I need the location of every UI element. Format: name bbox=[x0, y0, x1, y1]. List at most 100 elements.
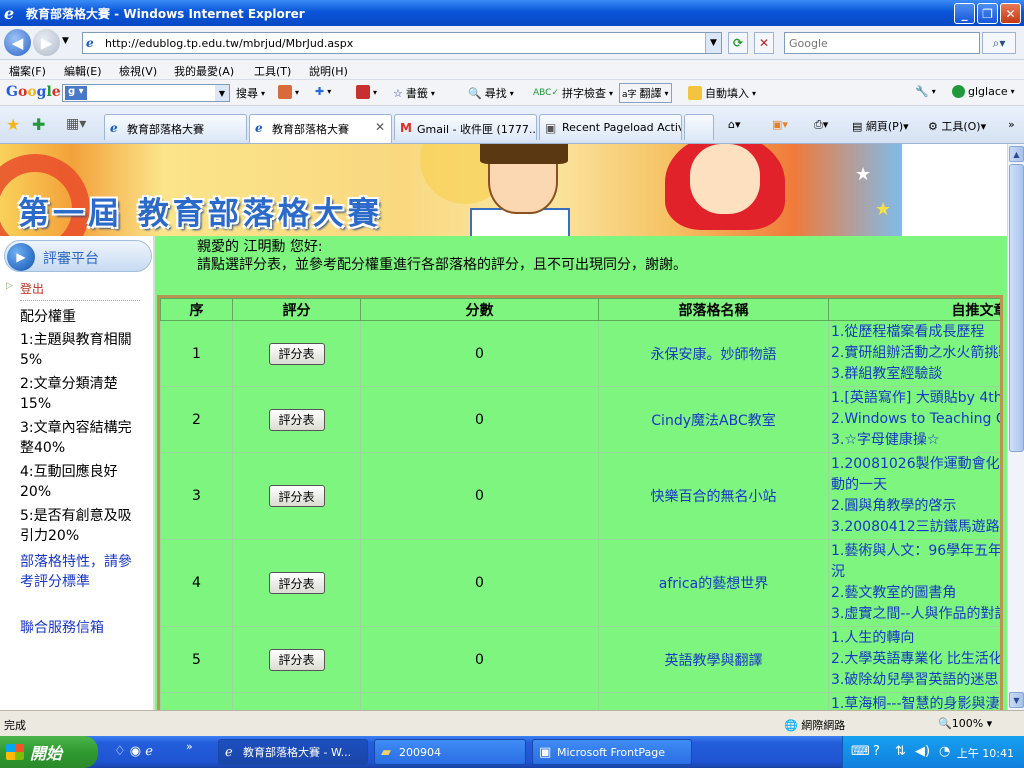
article-link[interactable]: 2.圓與角教學的啓示 bbox=[831, 496, 1000, 517]
url-text[interactable]: http://edublog.tp.edu.tw/mbrjud/MbrJud.a… bbox=[105, 37, 353, 50]
tray-app-icon[interactable]: ◔ bbox=[939, 744, 950, 759]
google-search-dropdown-icon[interactable]: ▼ bbox=[215, 85, 229, 101]
forward-button[interactable]: ▶ bbox=[33, 29, 60, 56]
quick-tabs-icon[interactable]: ▦▾ bbox=[66, 116, 86, 132]
search-input[interactable] bbox=[785, 33, 979, 53]
article-link[interactable]: 3.虛實之間--人與作品的對話空間 bbox=[831, 604, 1000, 625]
clock: 上午 10:41 bbox=[956, 747, 1014, 760]
scroll-down-icon[interactable]: ▼ bbox=[1009, 692, 1024, 708]
menu-help[interactable]: 說明(H) bbox=[309, 63, 348, 79]
print-icon[interactable]: ⎙▾ bbox=[814, 118, 828, 132]
task-ie[interactable]: ℯ 教育部落格大賽 - W... bbox=[218, 739, 368, 765]
blog-name-link[interactable] bbox=[598, 692, 829, 710]
ie-tab-icon: e bbox=[110, 121, 118, 135]
service-mailbox-link[interactable]: 聯合服務信箱 bbox=[20, 618, 145, 638]
blog-name-link[interactable]: 永保安康。妙師物語 bbox=[598, 320, 829, 387]
score-value: 0 bbox=[360, 539, 599, 627]
article-link[interactable]: 1.從歷程檔案看成長歷程 bbox=[831, 322, 1000, 343]
article-link[interactable]: 1.[英語寫作] 大頭貼by 4th Graders bbox=[831, 388, 1000, 409]
find-button[interactable]: 🔍 尋找 ▾ bbox=[468, 85, 514, 101]
tab-edublog-1[interactable]: e 教育部落格大賽 bbox=[104, 114, 247, 140]
feeds-icon[interactable]: ▣▾ bbox=[772, 118, 788, 131]
article-link[interactable]: 3.群組教室經驗談 bbox=[831, 364, 1000, 385]
article-link[interactable]: 2.大學英語專業化 比生活化更重要 bbox=[831, 649, 1000, 670]
spellcheck-button[interactable]: ABC✓ 拼字檢查 ▾ bbox=[533, 85, 613, 101]
article-link[interactable]: 2.Windows to Teaching Career打開教職之窗 bbox=[831, 409, 1000, 430]
bookmarks-button[interactable]: ☆ 書籤 ▾ bbox=[393, 85, 435, 101]
vertical-scrollbar[interactable]: ▲ ▼ bbox=[1007, 144, 1024, 710]
tab-gmail[interactable]: M Gmail - 收件匣 (1777... bbox=[394, 114, 537, 140]
score-sheet-button[interactable]: 評分表 bbox=[268, 342, 325, 365]
article-link[interactable]: 1.藝術與人文：96學年五年級掌中戲偶表演實況 bbox=[831, 541, 1000, 583]
logout-link[interactable]: ▷ 登出 bbox=[6, 280, 44, 297]
page-menu[interactable]: ▤ 網頁(P)▾ bbox=[852, 118, 909, 134]
article-link[interactable]: 1.20081026製作運動會化妝進場道具～令我感動的一天 bbox=[831, 454, 1000, 496]
minimize-button[interactable]: _ bbox=[954, 3, 975, 24]
banner-star-icon: ★ bbox=[875, 199, 892, 220]
blog-name-link[interactable]: Cindy魔法ABC教室 bbox=[598, 386, 829, 453]
scrollbar-thumb[interactable] bbox=[1009, 164, 1024, 452]
article-link[interactable]: 2.藝文教室的圖書角 bbox=[831, 583, 1000, 604]
google-search-input[interactable]: g ▾ ▼ bbox=[62, 84, 230, 102]
blog-name-link[interactable]: 英語教學與翻譯 bbox=[598, 626, 829, 693]
quick-launch-icons[interactable]: ♢ ◉ ℯ bbox=[114, 744, 153, 759]
task-frontpage[interactable]: ▣ Microsoft FrontPage bbox=[532, 739, 692, 765]
article-link[interactable]: 2.實研組辦活動之水火箭挑戰營 bbox=[831, 343, 1000, 364]
add-favorite-icon[interactable]: ✚ bbox=[32, 115, 45, 134]
address-dropdown-icon[interactable]: ▼ bbox=[705, 33, 721, 53]
recent-pages-dropdown-icon[interactable]: ▼ bbox=[62, 36, 69, 46]
zoom-control[interactable]: 🔍100% ▾ bbox=[938, 717, 992, 730]
ie-tab-icon: e bbox=[255, 121, 263, 135]
start-button[interactable]: 開始 bbox=[0, 736, 98, 768]
menu-edit[interactable]: 編輯(E) bbox=[64, 63, 102, 79]
score-sheet-button[interactable]: 評分表 bbox=[268, 572, 325, 594]
help-icon[interactable]: ? bbox=[873, 744, 880, 759]
scroll-up-icon[interactable]: ▲ bbox=[1009, 146, 1024, 162]
quick-launch-expand-icon[interactable]: » bbox=[186, 740, 193, 753]
tools-menu[interactable]: ⚙ 工具(O)▾ bbox=[928, 118, 986, 134]
network-icon[interactable]: ⇅ bbox=[895, 744, 906, 759]
score-sheet-button[interactable]: 評分表 bbox=[268, 648, 325, 671]
score-sheet-button[interactable]: 評分表 bbox=[268, 408, 325, 431]
tab-close-icon[interactable]: ✕ bbox=[375, 120, 385, 134]
article-link[interactable]: 3.20080412三訪鐵馬遊路線 bbox=[831, 517, 1000, 538]
menu-tools[interactable]: 工具(T) bbox=[254, 63, 291, 79]
refresh-icon[interactable]: ⟳ bbox=[728, 32, 748, 54]
menu-view[interactable]: 檢視(V) bbox=[119, 63, 157, 79]
tab-pageload[interactable]: ▣ Recent Pageload Activ... bbox=[539, 114, 682, 140]
close-button[interactable]: ✕ bbox=[1000, 3, 1021, 24]
autofill-button[interactable]: 自動填入 ▾ bbox=[688, 85, 756, 101]
article-link[interactable]: 3.破除幼兒學習英語的迷思 bbox=[831, 670, 1000, 691]
menu-file[interactable]: 檔案(F) bbox=[9, 63, 46, 79]
back-button[interactable]: ◀ bbox=[4, 29, 31, 56]
toolbar-add-button[interactable]: ✚ ▾ bbox=[315, 85, 331, 98]
settings-wrench-button[interactable]: 🔧 ▾ bbox=[915, 85, 936, 98]
google-search-button[interactable]: 搜尋 ▾ bbox=[236, 85, 265, 101]
popup-blocker-button[interactable]: ▾ bbox=[356, 85, 377, 99]
new-tab-button[interactable] bbox=[684, 114, 714, 140]
article-link[interactable]: 3.☆字母健康操☆ bbox=[831, 430, 1000, 451]
menu-favorites[interactable]: 我的最愛(A) bbox=[174, 63, 234, 79]
account-button[interactable]: glglace ▾ bbox=[952, 85, 1015, 98]
toolbar-tools-button[interactable]: ▾ bbox=[278, 85, 299, 99]
scoring-standard-link[interactable]: 部落格特性，請參考評分標準 bbox=[20, 552, 145, 592]
judge-platform-header: ▶ 評審平台 bbox=[4, 240, 152, 272]
restore-button[interactable]: ❐ bbox=[977, 3, 998, 24]
article-link[interactable]: 1.草海桐---智慧的身影與淒美的傳說 bbox=[831, 694, 1000, 710]
stop-icon[interactable]: ✕ bbox=[754, 32, 774, 54]
translate-button[interactable]: a字 翻譯 ▾ bbox=[619, 83, 672, 103]
favorites-star-icon[interactable]: ★ bbox=[6, 115, 20, 134]
article-link[interactable]: 1.人生的轉向 bbox=[831, 628, 1000, 649]
volume-icon[interactable]: ◀) bbox=[915, 744, 930, 759]
more-commands-icon[interactable]: » bbox=[1008, 118, 1015, 131]
blog-name-link[interactable]: africa的藝想世界 bbox=[598, 539, 829, 627]
task-folder[interactable]: ▰ 200904 bbox=[374, 739, 526, 765]
blog-name-link[interactable]: 快樂百合的無名小站 bbox=[598, 452, 829, 540]
home-icon[interactable]: ⌂▾ bbox=[728, 118, 741, 131]
search-box[interactable] bbox=[784, 32, 980, 54]
score-sheet-button[interactable]: 評分表 bbox=[268, 485, 325, 507]
keyboard-icon[interactable]: ⌨ bbox=[851, 744, 870, 759]
search-button[interactable]: ⌕▾ bbox=[982, 32, 1016, 54]
tab-edublog-2[interactable]: e 教育部落格大賽 ✕ bbox=[249, 114, 392, 143]
address-bar[interactable]: e http://edublog.tp.edu.tw/mbrjud/MbrJud… bbox=[82, 32, 722, 54]
